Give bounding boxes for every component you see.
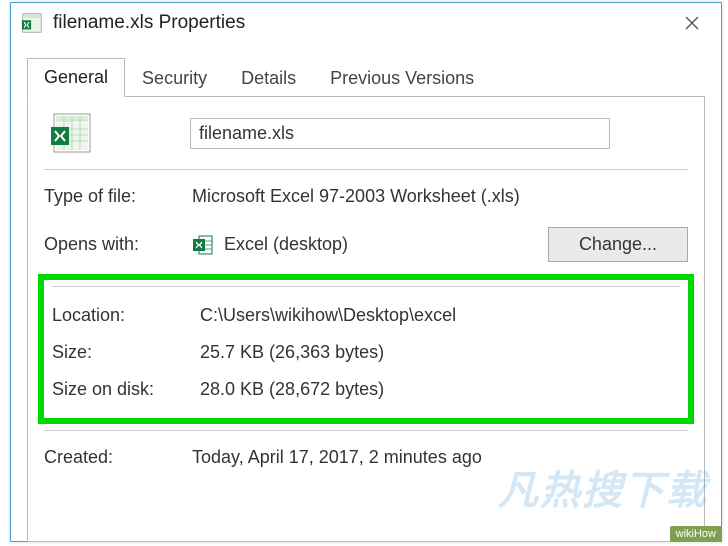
tab-security[interactable]: Security — [125, 59, 224, 97]
properties-window: filename.xls Properties General Security… — [10, 2, 722, 542]
size-value: 25.7 KB (26,363 bytes) — [200, 342, 384, 363]
titlebar: filename.xls Properties — [11, 3, 721, 43]
divider — [44, 430, 688, 431]
window-title: filename.xls Properties — [53, 12, 667, 34]
change-button[interactable]: Change... — [548, 227, 688, 262]
filename-input[interactable] — [190, 118, 610, 149]
opens-with-value: Excel (desktop) — [224, 234, 348, 255]
excel-app-icon — [192, 234, 214, 256]
wikihow-watermark: wikiHow — [670, 526, 722, 542]
filename-row — [44, 111, 688, 155]
size-on-disk-value: 28.0 KB (28,672 bytes) — [200, 379, 384, 400]
location-value: C:\Users\wikihow\Desktop\excel — [200, 305, 456, 326]
tab-details[interactable]: Details — [224, 59, 313, 97]
tab-previous-versions[interactable]: Previous Versions — [313, 59, 491, 97]
close-button[interactable] — [667, 3, 717, 43]
location-label: Location: — [52, 305, 200, 326]
excel-file-icon — [21, 12, 43, 34]
location-row: Location: C:\Users\wikihow\Desktop\excel — [52, 297, 680, 334]
divider — [44, 169, 688, 170]
type-of-file-row: Type of file: Microsoft Excel 97-2003 Wo… — [44, 180, 688, 213]
general-panel: Type of file: Microsoft Excel 97-2003 Wo… — [27, 97, 705, 542]
divider — [52, 286, 680, 287]
tab-general[interactable]: General — [27, 58, 125, 97]
type-label: Type of file: — [44, 186, 192, 207]
tabstrip: General Security Details Previous Versio… — [27, 57, 705, 97]
created-label: Created: — [44, 447, 192, 468]
highlighted-section: Location: C:\Users\wikihow\Desktop\excel… — [38, 274, 694, 424]
created-row: Created: Today, April 17, 2017, 2 minute… — [44, 441, 688, 474]
opens-with-label: Opens with: — [44, 234, 192, 255]
type-value: Microsoft Excel 97-2003 Worksheet (.xls) — [192, 186, 520, 207]
size-row: Size: 25.7 KB (26,363 bytes) — [52, 334, 680, 371]
size-on-disk-row: Size on disk: 28.0 KB (28,672 bytes) — [52, 371, 680, 408]
size-on-disk-label: Size on disk: — [52, 379, 200, 400]
excel-file-icon-large — [50, 111, 94, 155]
created-value: Today, April 17, 2017, 2 minutes ago — [192, 447, 482, 468]
size-label: Size: — [52, 342, 200, 363]
opens-with-row: Opens with: Excel (desktop) Change... — [44, 221, 688, 268]
